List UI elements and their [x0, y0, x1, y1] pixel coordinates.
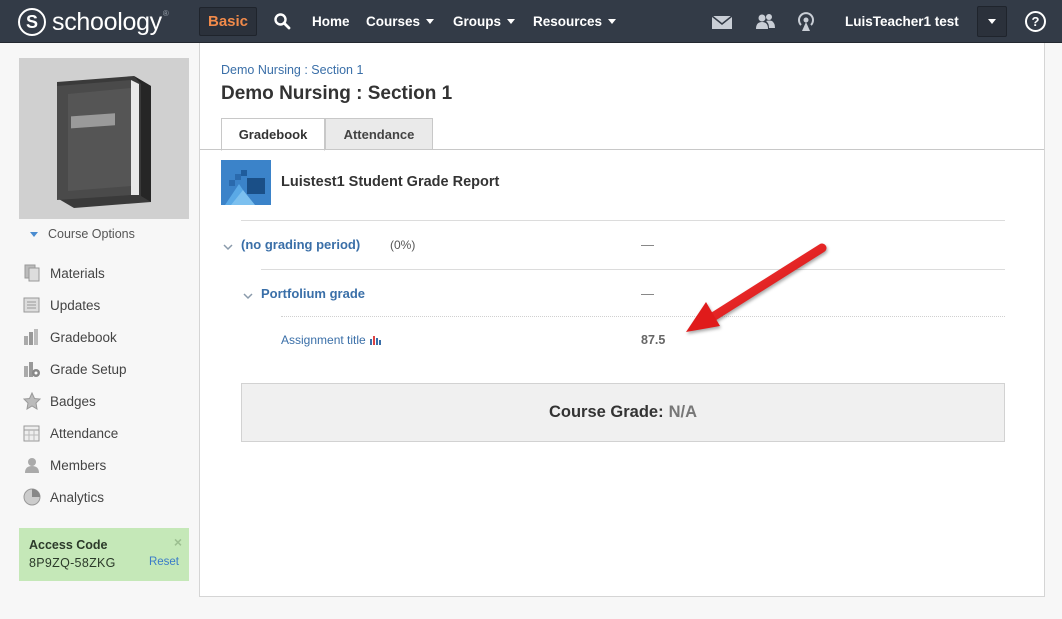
divider: [261, 269, 1005, 270]
logo-trademark: ®: [162, 8, 169, 18]
close-icon[interactable]: ×: [174, 534, 182, 550]
chevron-down-icon: [426, 19, 435, 24]
analytics-icon: [22, 487, 42, 507]
main-content-panel: Demo Nursing : Section 1 Demo Nursing : …: [199, 43, 1045, 597]
grading-period-label[interactable]: (no grading period): [241, 237, 360, 252]
chevron-down-icon[interactable]: [223, 242, 233, 252]
sidebar-item-label: Analytics: [50, 489, 105, 505]
members-icon: [22, 455, 42, 475]
attendance-icon: [22, 423, 42, 443]
chevron-down-icon: [507, 19, 516, 24]
annotation-arrow-icon: [686, 243, 827, 332]
help-icon[interactable]: ?: [1025, 11, 1046, 32]
chevron-down-icon: [988, 19, 996, 24]
course-options-toggle[interactable]: Course Options: [30, 227, 135, 241]
divider: [281, 316, 1005, 317]
messages-icon[interactable]: [711, 11, 733, 33]
breadcrumb[interactable]: Demo Nursing : Section 1: [221, 63, 363, 77]
sidebar-item-label: Badges: [50, 393, 96, 409]
top-navigation-bar: S schoology ® Basic Home Courses Groups …: [0, 0, 1062, 43]
sidebar-item-label: Members: [50, 457, 107, 473]
sidebar-item-label: Gradebook: [50, 329, 117, 345]
category-label[interactable]: Portfolium grade: [261, 286, 365, 301]
course-grade-label: Course Grade:: [548, 403, 664, 421]
nav-home[interactable]: Home: [312, 0, 350, 43]
page-title: Demo Nursing : Section 1: [221, 83, 453, 104]
tab-gradebook[interactable]: Gradebook: [221, 118, 325, 151]
nav-courses-label: Courses: [366, 14, 421, 29]
logo-s-icon: S: [18, 8, 46, 36]
grading-period-percent: (0%): [390, 238, 416, 252]
grade-report-title: Luistest1 Student Grade Report: [281, 174, 500, 190]
sidebar-item-label: Grade Setup: [50, 361, 127, 377]
sidebar-item-label: Updates: [50, 297, 101, 313]
grading-period-grade: —: [641, 237, 654, 252]
nav-resources-label: Resources: [533, 14, 603, 29]
sidebar-item-updates[interactable]: Updates: [22, 289, 192, 321]
access-code-box: Access Code 8P9ZQ-58ZKG × Reset: [19, 528, 189, 581]
nav-resources[interactable]: Resources: [533, 0, 617, 43]
sidebar-item-label: Materials: [50, 265, 105, 281]
triangle-down-icon: [30, 231, 38, 237]
assignment-grade: 87.5: [641, 333, 666, 347]
logo-text: schoology: [52, 7, 162, 36]
course-grade-value: N/A: [668, 403, 698, 421]
course-sidebar-nav: Materials Updates Gradebook Grade Setup …: [22, 257, 192, 513]
sidebar-item-analytics[interactable]: Analytics: [22, 481, 192, 513]
nav-home-label: Home: [312, 14, 350, 29]
sidebar-item-label: Attendance: [50, 425, 119, 441]
nav-groups-label: Groups: [453, 14, 502, 29]
badges-icon: [22, 391, 42, 411]
sidebar-item-attendance[interactable]: Attendance: [22, 417, 192, 449]
book-icon: [57, 76, 151, 208]
basic-button[interactable]: Basic: [199, 7, 257, 36]
access-code-reset-link[interactable]: Reset: [149, 556, 179, 568]
gradebook-icon: [22, 327, 42, 347]
connections-icon[interactable]: [754, 11, 776, 33]
grade-setup-icon: [22, 359, 42, 379]
schoology-logo[interactable]: S schoology ®: [18, 7, 169, 37]
sidebar-item-badges[interactable]: Badges: [22, 385, 192, 417]
course-options-label: Course Options: [48, 227, 135, 241]
materials-icon: [22, 263, 42, 283]
updates-icon: [22, 295, 42, 315]
notifications-icon[interactable]: [795, 11, 817, 33]
course-profile-image: [19, 58, 189, 219]
nav-groups[interactable]: Groups: [453, 0, 516, 43]
chevron-down-icon: [608, 19, 617, 24]
sidebar-item-members[interactable]: Members: [22, 449, 192, 481]
sidebar-item-grade-setup[interactable]: Grade Setup: [22, 353, 192, 385]
divider: [241, 220, 1005, 221]
grade-report-icon: [221, 160, 271, 205]
category-grade: —: [641, 286, 654, 301]
tab-attendance[interactable]: Attendance: [325, 118, 433, 150]
course-grade-box: Course Grade: N/A: [241, 383, 1005, 442]
tabs-divider: [200, 149, 1044, 150]
sidebar-item-gradebook[interactable]: Gradebook: [22, 321, 192, 353]
nav-courses[interactable]: Courses: [366, 0, 435, 43]
chevron-down-icon[interactable]: [243, 291, 253, 301]
search-icon[interactable]: [273, 12, 291, 30]
sidebar-item-materials[interactable]: Materials: [22, 257, 192, 289]
access-code-title: Access Code: [29, 538, 108, 552]
user-menu-name[interactable]: LuisTeacher1 test: [845, 0, 959, 43]
bar-chart-icon[interactable]: [369, 335, 381, 345]
assignment-row[interactable]: Assignment title: [281, 333, 381, 347]
assignment-title-link[interactable]: Assignment title: [281, 333, 366, 347]
user-dropdown-button[interactable]: [977, 6, 1007, 37]
